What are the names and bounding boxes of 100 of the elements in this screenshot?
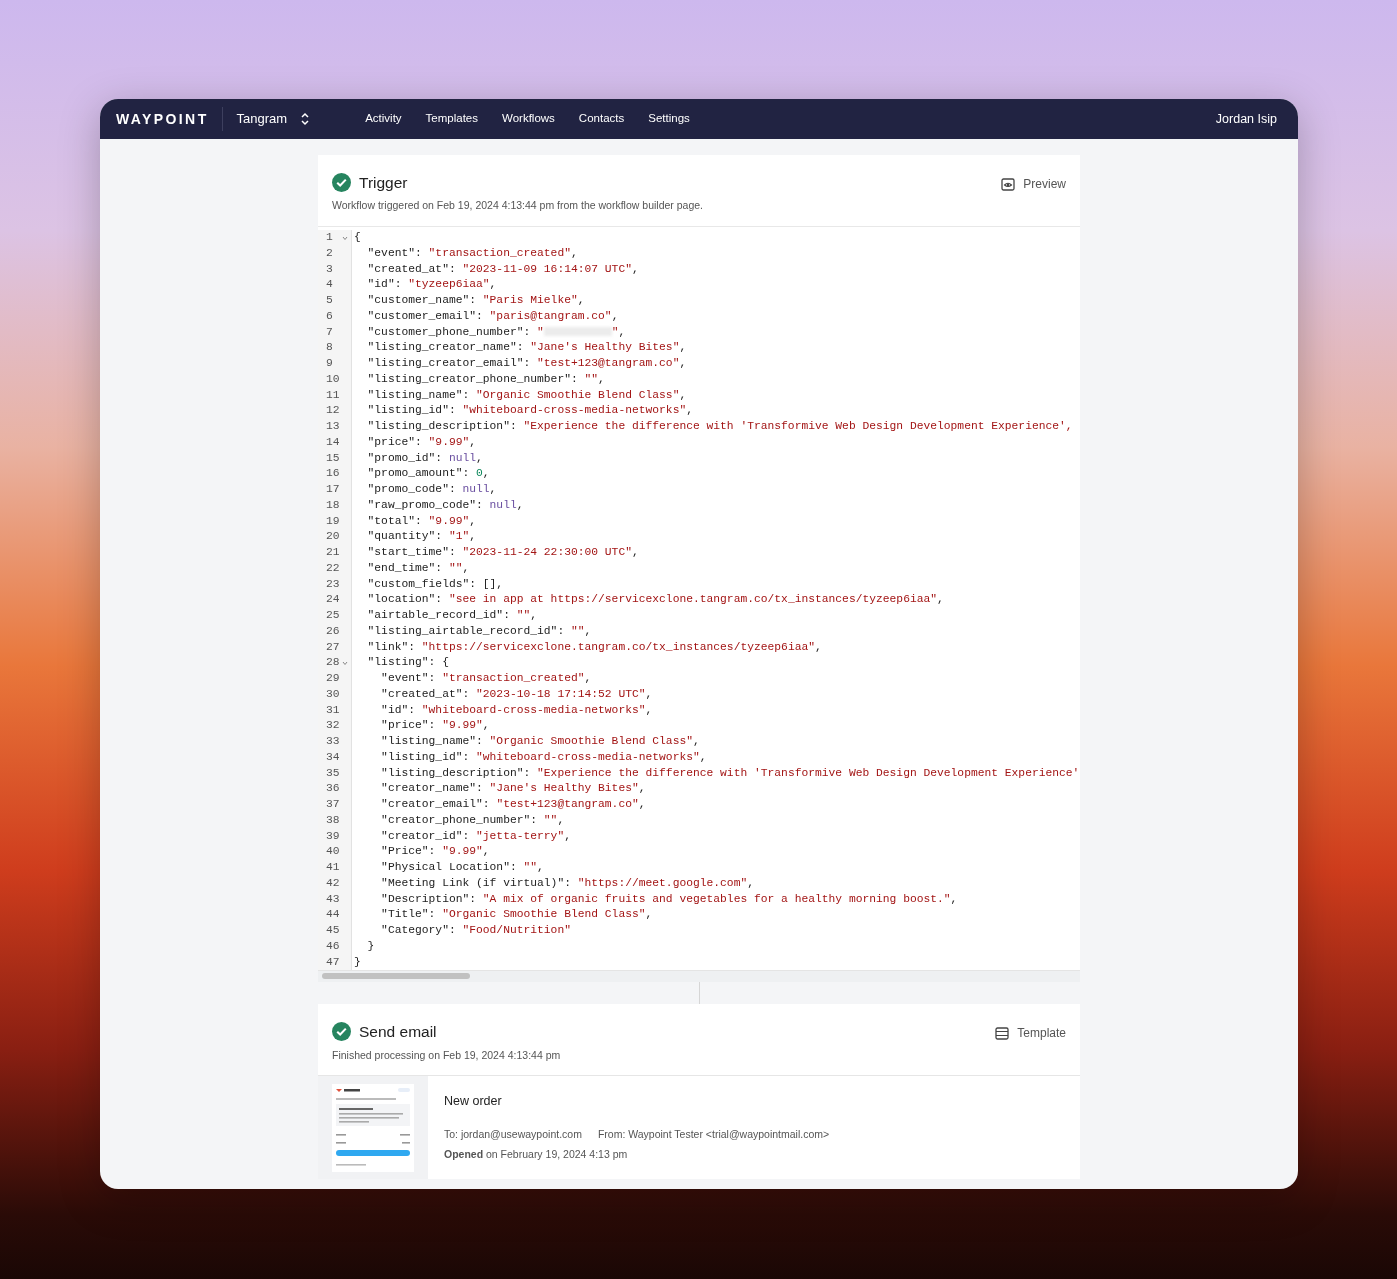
- eye-icon: [1001, 177, 1016, 191]
- brand-logo[interactable]: WAYPOINT: [116, 107, 223, 131]
- code-line: "creator_id": "jetta-terry",: [380, 828, 572, 844]
- line-number: 46: [326, 938, 341, 954]
- code-line: "promo_id": null,: [366, 450, 484, 466]
- line-number: 7: [326, 324, 334, 340]
- line-number: 47: [326, 954, 341, 970]
- line-number: 6: [326, 308, 334, 324]
- code-line: "Title": "Organic Smoothie Blend Class",: [380, 907, 654, 923]
- card-title: Send email: [359, 1022, 437, 1043]
- line-number: 32: [326, 718, 341, 734]
- code-line: "listing_creator_phone_number": "",: [366, 371, 606, 387]
- code-line: "listing_name": "Organic Smoothie Blend Class",: [366, 387, 688, 403]
- email-status: Opened on February 19, 2024 4:13 pm: [444, 1146, 629, 1162]
- line-number: 31: [326, 702, 341, 718]
- line-number: 36: [326, 781, 341, 797]
- nav-link[interactable]: Workflows: [502, 110, 555, 128]
- code-line: "listing_creator_email": "test+123@tangram.co",: [366, 356, 688, 371]
- fold-caret-icon[interactable]: [342, 234, 348, 241]
- line-number: 5: [326, 293, 334, 308]
- line-number: 22: [326, 560, 341, 576]
- line-number: 20: [326, 529, 341, 545]
- user-name[interactable]: Jordan Isip: [1215, 109, 1277, 129]
- line-number: 45: [326, 923, 341, 938]
- line-number: 42: [326, 875, 341, 891]
- code-line: "listing_name": "Organic Smoothie Blend Class",: [380, 734, 701, 749]
- card-subtitle: Workflow triggered on Feb 19, 2024 4:13:44 pm from the workflow builder page.: [332, 198, 703, 214]
- code-line: "creator_phone_number": "",: [380, 812, 566, 828]
- line-number: 15: [326, 450, 341, 466]
- code-line: "listing_creator_name": "Jane's Healthy Bites",: [366, 340, 688, 356]
- code-line: "listing_id": "whiteboard-cross-media-networks",: [380, 749, 708, 765]
- email-subject: New order: [444, 1093, 503, 1111]
- line-number: 28: [326, 655, 341, 671]
- line-number: 41: [326, 860, 341, 875]
- line-number: 8: [326, 340, 334, 356]
- line-number: 3: [326, 261, 334, 277]
- workspace-switcher[interactable]: Tangram: [222, 109, 310, 129]
- code-line: "listing": {: [366, 655, 450, 671]
- line-number: 35: [326, 765, 341, 781]
- code-line: "created_at": "2023-10-18 17:14:52 UTC",: [380, 686, 654, 702]
- code-line: "Category": "Food/Nutrition": [380, 923, 572, 938]
- code-line: "Physical Location": "",: [380, 860, 545, 875]
- code-line: "creator_name": "Jane's Healthy Bites",: [380, 781, 647, 797]
- preview-button[interactable]: Preview: [1001, 175, 1066, 193]
- code-line: "listing_id": "whiteboard-cross-media-networks",: [366, 403, 694, 419]
- line-number: 19: [326, 513, 341, 529]
- nav-link[interactable]: Activity: [365, 110, 402, 128]
- nav-link[interactable]: Settings: [648, 110, 690, 128]
- line-number: 13: [326, 419, 341, 434]
- line-number: 16: [326, 466, 341, 482]
- code-line: "location": "see in app at https://servicexclone.tangram.co/tx_instances/tyzeep6iaa",: [366, 592, 945, 608]
- line-number: 9: [326, 356, 334, 371]
- code-line: "event": "transaction_created",: [380, 671, 593, 686]
- code-line: "customer_email": "paris@tangram.co",: [366, 308, 620, 324]
- line-number: 23: [326, 576, 341, 592]
- nav-link[interactable]: Contacts: [578, 110, 625, 128]
- code-line: "link": "https://servicexclone.tangram.co/tx_instances/tyzeep6iaa",: [366, 639, 823, 655]
- code-line: {: [353, 230, 362, 245]
- line-number: 30: [326, 686, 341, 702]
- layout-icon: [995, 1026, 1010, 1040]
- code-line: "creator_email": "test+123@tangram.co",: [380, 797, 647, 812]
- line-number: 44: [326, 907, 341, 923]
- line-number: 1: [326, 230, 334, 245]
- line-number: 33: [326, 734, 341, 749]
- code-line: "price": "9.99",: [366, 434, 478, 450]
- code-line: "id": "whiteboard-cross-media-networks",: [380, 702, 654, 718]
- code-line: "end_time": "",: [366, 560, 471, 576]
- template-button[interactable]: Template: [995, 1024, 1066, 1043]
- code-line: "total": "9.99",: [366, 513, 478, 529]
- code-line: "Price": "9.99",: [380, 844, 491, 860]
- card-subtitle: Finished processing on Feb 19, 2024 4:13:44 pm: [332, 1047, 561, 1063]
- code-line: "Meeting Link (if virtual)": "https://meet.google.com",: [380, 875, 755, 891]
- nav-link[interactable]: Templates: [425, 110, 478, 128]
- code-line: "quantity": "1",: [366, 529, 478, 545]
- line-number: 14: [326, 434, 341, 450]
- line-number: 34: [326, 749, 341, 765]
- horizontal-scrollbar[interactable]: [318, 970, 1080, 983]
- code-line: "raw_promo_code": null,: [366, 497, 525, 513]
- code-line: "promo_amount": 0,: [366, 466, 491, 482]
- chevrons-updown-icon: [301, 112, 310, 126]
- code-line: "price": "9.99",: [380, 718, 491, 734]
- line-number: 17: [326, 482, 341, 497]
- line-number: 18: [326, 497, 341, 513]
- line-number: 26: [326, 623, 341, 639]
- code-line: "listing_description": "Experience the difference with 'Transformive Web Design Development Experience': [380, 765, 1080, 781]
- code-line: "listing_description": "Experience the difference with 'Transformive Web Design Development Experience',: [366, 419, 1074, 434]
- line-number: 21: [326, 545, 341, 560]
- code-line: "start_time": "2023-11-24 22:30:00 UTC",: [366, 545, 640, 560]
- line-number: 29: [326, 671, 341, 686]
- code-line: "listing_airtable_record_id": "",: [366, 623, 593, 639]
- line-number: 11: [326, 387, 341, 403]
- code-line: "id": "tyzeep6iaa",: [366, 277, 498, 293]
- line-number: 24: [326, 592, 341, 608]
- line-number: 25: [326, 608, 341, 623]
- code-line: "Description": "A mix of organic fruits and vegetables for a healthy morning boost.",: [380, 891, 959, 907]
- fold-caret-icon[interactable]: [342, 660, 348, 667]
- line-number: 2: [326, 245, 334, 261]
- code-line: }: [366, 938, 376, 954]
- email-recipient: To: jordan@usewaypoint.com: [444, 1127, 582, 1142]
- code-line: "customer_phone_number": " ",: [366, 324, 627, 340]
